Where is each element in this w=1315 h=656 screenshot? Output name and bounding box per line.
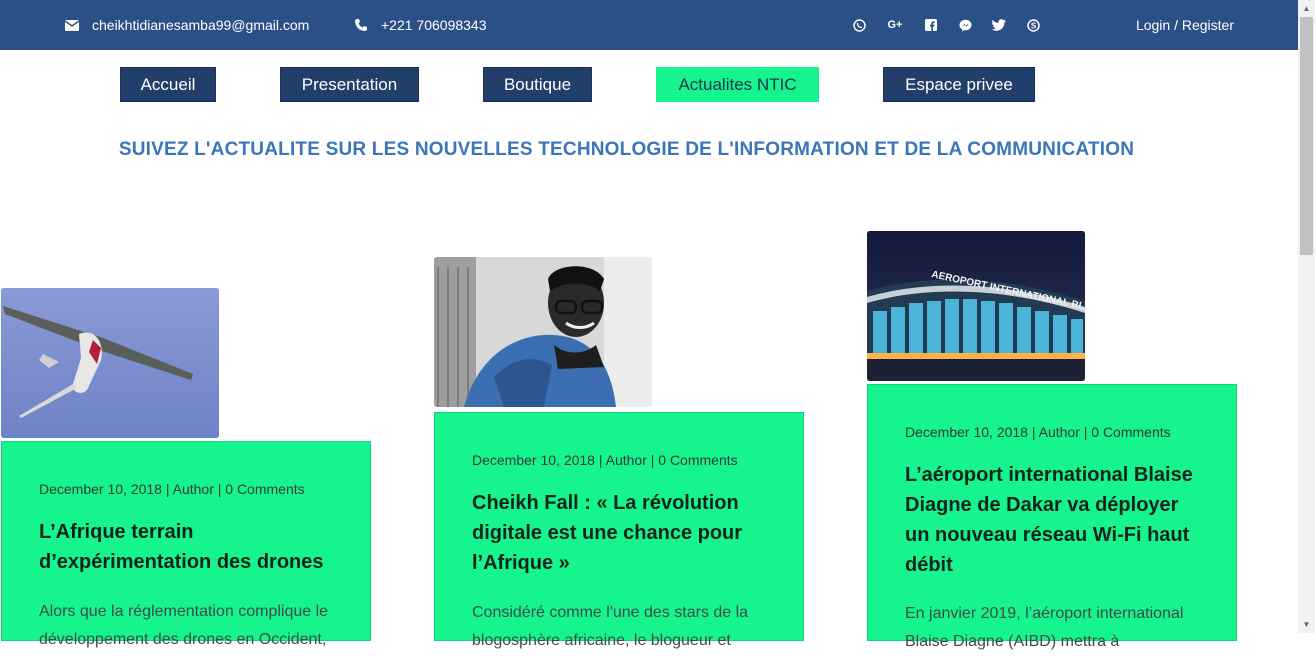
messenger-icon[interactable] (958, 18, 972, 32)
post-meta: December 10, 2018 | Author | 0 Comments (472, 452, 738, 468)
post-card-3[interactable]: December 10, 2018 | Author | 0 Comments … (867, 384, 1237, 650)
post-title[interactable]: L’Afrique terrain d’expérimentation des … (39, 517, 339, 577)
phone-icon (353, 17, 369, 33)
nav-accueil[interactable]: Accueil (120, 67, 216, 102)
post-image-aeroport[interactable]: AEROPORT INTERNATIONAL BLAISE DIAGNE (867, 231, 1085, 381)
page-headline: SUIVEZ L'ACTUALITE SUR LES NOUVELLES TEC… (118, 139, 1135, 160)
email-text: cheikhtidianesamba99@gmail.com (92, 17, 310, 33)
airport-illustration: AEROPORT INTERNATIONAL BLAISE DIAGNE (867, 231, 1085, 381)
social-links: G+ S (852, 0, 1060, 50)
contact-email[interactable]: cheikhtidianesamba99@gmail.com (64, 0, 309, 50)
google-plus-icon[interactable]: G+ (886, 18, 904, 32)
facebook-icon[interactable] (924, 18, 938, 32)
post-excerpt: Considéré comme l'une des stars de la bl… (472, 604, 749, 649)
post-meta: December 10, 2018 | Author | 0 Comments (905, 424, 1171, 440)
post-excerpt: Alors que la réglementation complique le… (39, 603, 329, 648)
viber-icon[interactable] (852, 18, 866, 32)
post-excerpt: En janvier 2019, l’aéroport internationa… (905, 605, 1184, 650)
post-card-2[interactable]: December 10, 2018 | Author | 0 Comments … (434, 412, 804, 649)
post-image-cheikh-fall[interactable] (434, 257, 652, 407)
skype-icon[interactable]: S (1026, 18, 1040, 32)
nav-boutique[interactable]: Boutique (483, 67, 592, 102)
post-image-drone[interactable] (1, 288, 219, 438)
svg-text:S: S (1030, 21, 1036, 30)
scrollbar-thumb[interactable] (1300, 17, 1313, 255)
post-card-1[interactable]: December 10, 2018 | Author | 0 Comments … (1, 441, 371, 648)
top-bar: cheikhtidianesamba99@gmail.com +221 7060… (0, 0, 1298, 50)
nav-presentation[interactable]: Presentation (280, 67, 419, 102)
envelope-icon (64, 17, 80, 33)
contact-phone[interactable]: +221 706098343 (353, 0, 487, 50)
scroll-down-arrow-icon[interactable]: ▼ (1298, 616, 1315, 633)
portrait-illustration (434, 257, 652, 407)
drone-illustration (1, 288, 219, 438)
post-meta: December 10, 2018 | Author | 0 Comments (39, 481, 305, 497)
post-title[interactable]: L’aéroport international Blaise Diagne d… (905, 460, 1205, 580)
scroll-up-arrow-icon[interactable]: ▲ (1298, 0, 1315, 17)
phone-text: +221 706098343 (381, 17, 487, 33)
twitter-icon[interactable] (992, 18, 1006, 32)
post-title[interactable]: Cheikh Fall : « La révolution digitale e… (472, 488, 772, 578)
page-scrollbar[interactable]: ▲ ▼ (1298, 0, 1315, 633)
nav-espace-privee[interactable]: Espace privee (883, 67, 1035, 102)
login-register-link[interactable]: Login / Register (1136, 0, 1234, 50)
nav-actualites-ntic[interactable]: Actualites NTIC (656, 67, 819, 102)
